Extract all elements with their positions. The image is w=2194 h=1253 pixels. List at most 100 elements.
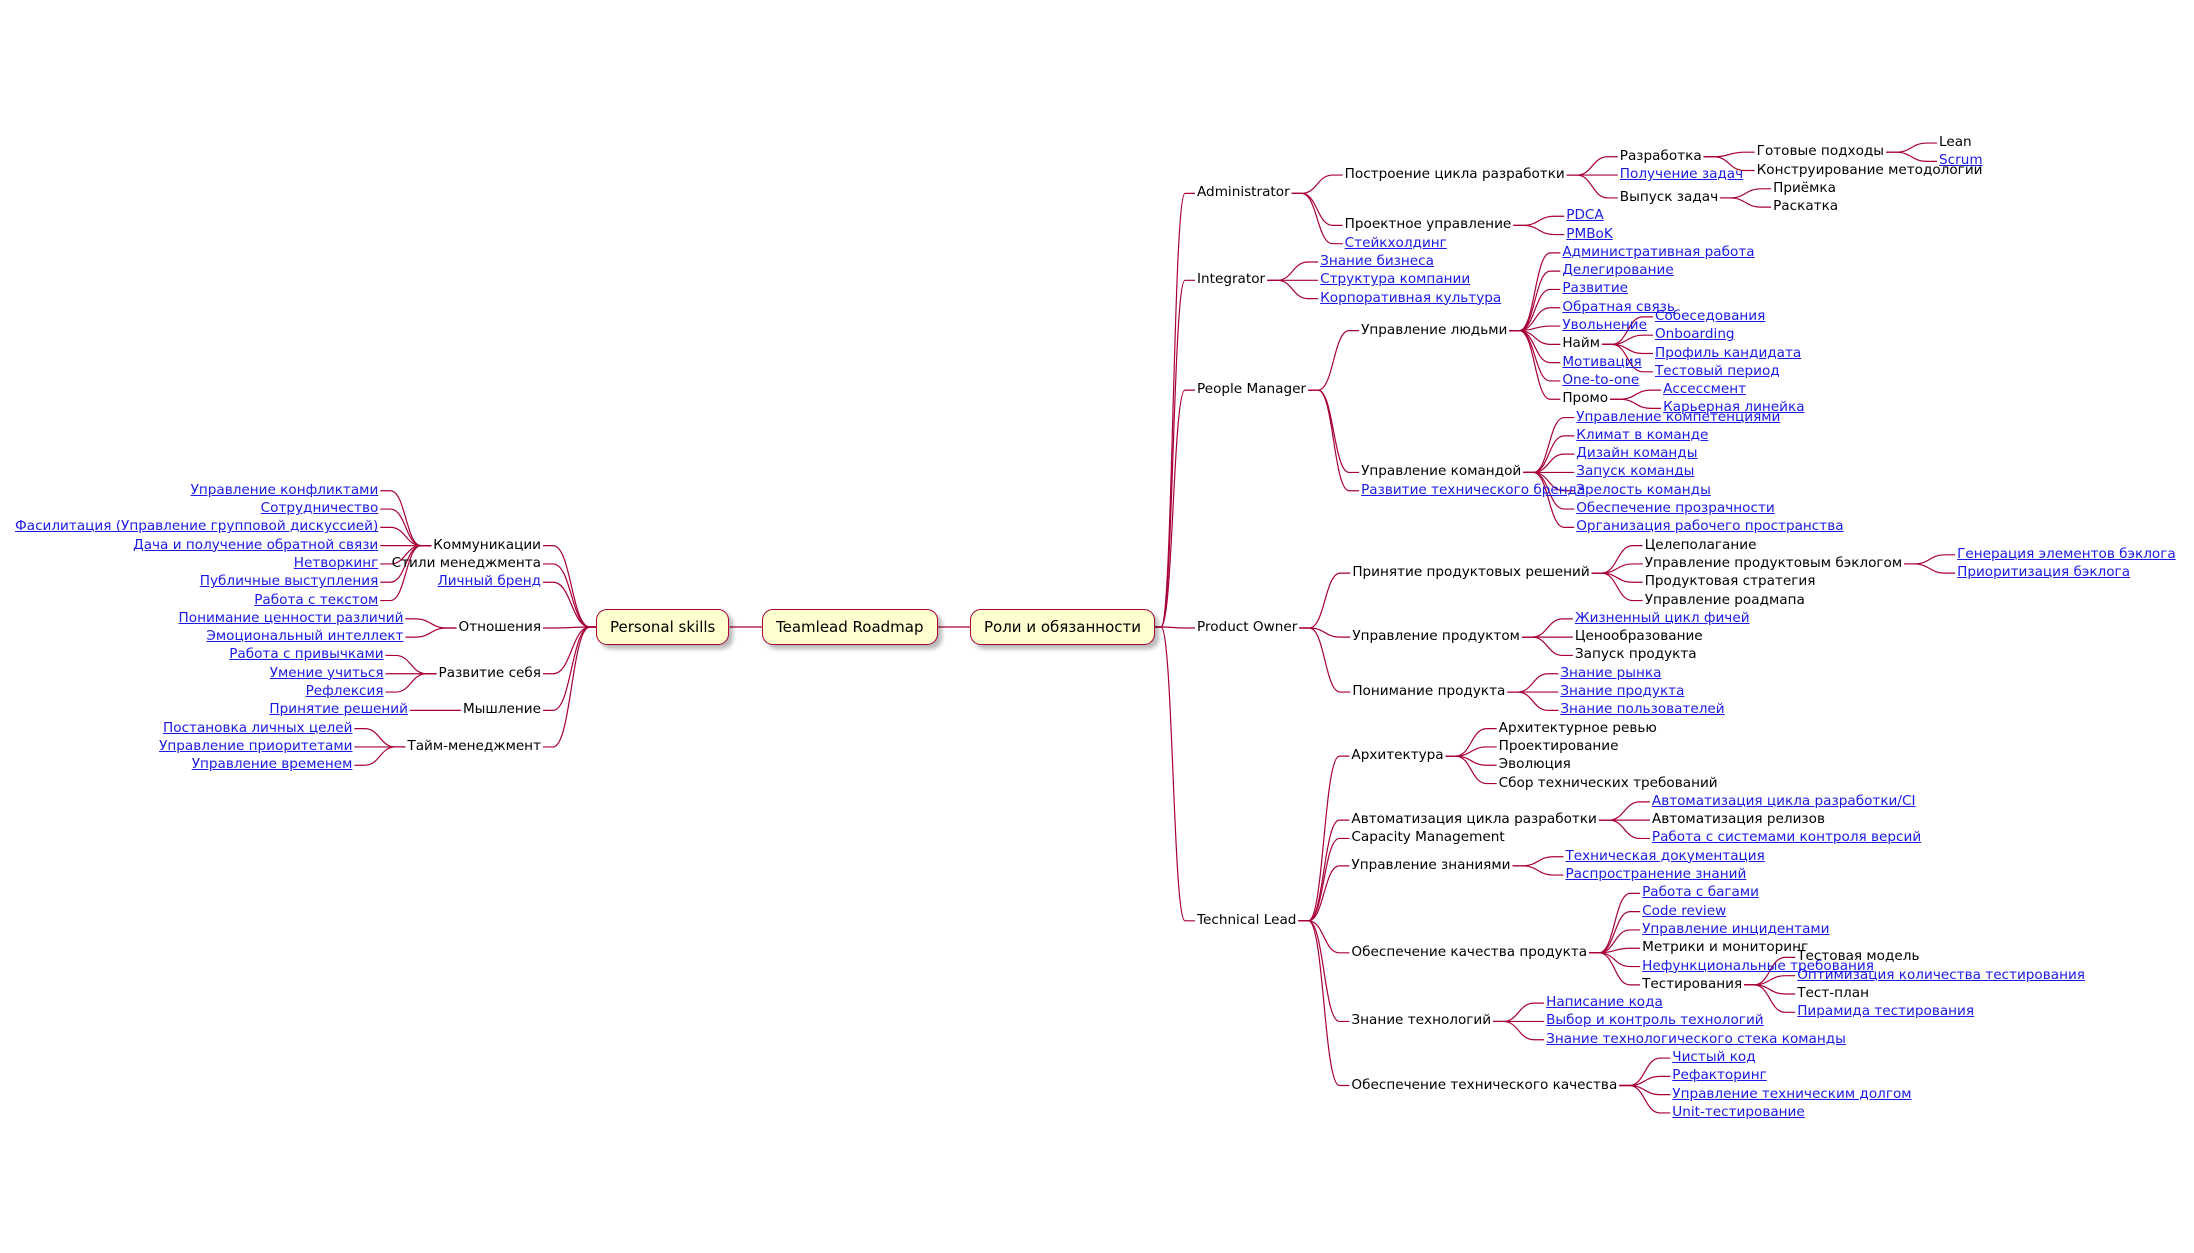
connector-целеполагание bbox=[1591, 545, 1643, 574]
link-увольнение[interactable]: Увольнение bbox=[1562, 316, 1647, 334]
connector-управление-продуктовым-бэклогом bbox=[1591, 563, 1643, 574]
link-публичные-выступления[interactable]: Публичные выступления bbox=[200, 572, 379, 590]
link-тестовый-период[interactable]: Тестовый период bbox=[1655, 362, 1780, 380]
topic-архитектура: Архитектура bbox=[1351, 747, 1444, 764]
link-организация-рабочего-пространства[interactable]: Организация рабочего пространства bbox=[1576, 517, 1843, 535]
topic-управление-продуктом: Управление продуктом bbox=[1352, 628, 1520, 645]
connector-мышление bbox=[543, 626, 596, 711]
link-выбор-и-контроль-технологий[interactable]: Выбор и контроль технологий bbox=[1546, 1011, 1764, 1029]
link-эмоциональный-интеллект[interactable]: Эмоциональный интеллект bbox=[206, 627, 403, 645]
link-запуск-команды[interactable]: Запуск команды bbox=[1576, 462, 1694, 480]
link-знание-продукта[interactable]: Знание продукта bbox=[1560, 682, 1684, 700]
connector-пирамида-тестирования bbox=[1744, 984, 1796, 1013]
topic-обеспечение-технического-качества: Обеспечение технического качества bbox=[1351, 1076, 1618, 1093]
link-административная-работа[interactable]: Административная работа bbox=[1562, 243, 1754, 261]
connector-technical-lead bbox=[1155, 626, 1195, 922]
link-постановка-личных-целей[interactable]: Постановка личных целей bbox=[163, 719, 352, 737]
link-жизненный-цикл-фичей[interactable]: Жизненный цикл фичей bbox=[1575, 609, 1750, 627]
connector-выпуск-задач bbox=[1566, 174, 1618, 199]
link-onboarding[interactable]: Onboarding bbox=[1655, 325, 1735, 343]
topic-тестирования: Тестирования bbox=[1642, 975, 1743, 992]
topic-мышление: Мышление bbox=[462, 701, 541, 718]
link-написание-кода[interactable]: Написание кода bbox=[1546, 993, 1663, 1011]
connector-знание-рынка bbox=[1507, 673, 1559, 693]
link-работа-с-привычками[interactable]: Работа с привычками bbox=[229, 645, 383, 663]
link-техническая-документация[interactable]: Техническая документация bbox=[1565, 847, 1764, 865]
link-умение-учиться[interactable]: Умение учиться bbox=[270, 664, 384, 682]
connector-метрики-и-мониторинг bbox=[1589, 947, 1641, 954]
link-управление-приоритетами[interactable]: Управление приоритетами bbox=[159, 737, 352, 755]
connector-эмоциональный-интеллект bbox=[405, 627, 457, 638]
link-понимание-ценности-различий[interactable]: Понимание ценности различий bbox=[179, 609, 404, 627]
connector-дизайн-команды bbox=[1523, 453, 1575, 474]
topic-сбор-технических-требований: Сбор технических требований bbox=[1498, 774, 1718, 791]
connector-фасилитация-управление-групповой-дискуссией bbox=[380, 526, 432, 547]
link-сотрудничество[interactable]: Сотрудничество bbox=[261, 499, 379, 517]
link-управление-компетенциями[interactable]: Управление компетенциями bbox=[1576, 408, 1780, 426]
link-принятие-решений[interactable]: Принятие решений bbox=[269, 700, 408, 718]
link-знание-рынка[interactable]: Знание рынка bbox=[1560, 664, 1661, 682]
link-ассессмент[interactable]: Ассессмент bbox=[1663, 380, 1746, 398]
link-получение-задач[interactable]: Получение задач bbox=[1620, 165, 1743, 183]
connector-увольнение bbox=[1509, 325, 1561, 332]
connector-техническая-документация bbox=[1512, 856, 1564, 867]
link-корпоративная-культура[interactable]: Корпоративная культура bbox=[1320, 289, 1501, 307]
topic-отношения: Отношения bbox=[458, 619, 541, 635]
link-мотивация[interactable]: Мотивация bbox=[1562, 353, 1641, 371]
link-фасилитация-управление-групповой-дискуссией[interactable]: Фасилитация (Управление групповой дискус… bbox=[15, 517, 378, 535]
link-работа-с-багами[interactable]: Работа с багами bbox=[1642, 883, 1759, 901]
link-профиль-кандидата[interactable]: Профиль кандидата bbox=[1655, 344, 1801, 362]
connector-управление-командой bbox=[1308, 389, 1360, 474]
connector-знание-технологий bbox=[1298, 920, 1350, 1023]
link-работа-с-системами-контроля-версий[interactable]: Работа с системами контроля версий bbox=[1652, 828, 1921, 846]
link-пирамида-тестирования[interactable]: Пирамида тестирования bbox=[1797, 1002, 1974, 1020]
link-развитие-технического-бренда[interactable]: Развитие технического бренда bbox=[1361, 481, 1585, 499]
link-личный-бренд[interactable]: Личный бренд bbox=[437, 572, 541, 590]
topic-промо: Промо bbox=[1562, 390, 1609, 407]
connector-промо bbox=[1509, 330, 1561, 400]
link-климат-в-команде[interactable]: Климат в команде bbox=[1576, 426, 1708, 444]
link-unit-тестирование[interactable]: Unit-тестирование bbox=[1672, 1103, 1804, 1121]
link-приоритизация-бэклога[interactable]: Приоритизация бэклога bbox=[1957, 563, 2130, 581]
link-управление-конфликтами[interactable]: Управление конфликтами bbox=[191, 481, 379, 499]
link-знание-бизнеса[interactable]: Знание бизнеса bbox=[1320, 252, 1434, 270]
link-управление-временем[interactable]: Управление временем bbox=[192, 755, 353, 773]
topic-administrator: Administrator bbox=[1197, 184, 1290, 201]
link-работа-с-текстом[interactable]: Работа с текстом bbox=[254, 591, 378, 609]
link-управление-инцидентами[interactable]: Управление инцидентами bbox=[1642, 920, 1829, 938]
link-зрелость-команды[interactable]: Зрелость команды bbox=[1576, 481, 1711, 499]
link-обеспечение-прозрачности[interactable]: Обеспечение прозрачности bbox=[1576, 499, 1774, 517]
link-развитие[interactable]: Развитие bbox=[1562, 279, 1628, 297]
connector-развитие-технического-бренда bbox=[1308, 389, 1360, 492]
link-рефлексия[interactable]: Рефлексия bbox=[306, 682, 384, 700]
link-чистый-код[interactable]: Чистый код bbox=[1672, 1048, 1755, 1066]
link-автоматизация-цикла-разработки-ci[interactable]: Автоматизация цикла разработки/CI bbox=[1652, 792, 1916, 810]
topic-тест-план: Тест-план bbox=[1797, 985, 1869, 1001]
connector-знание-пользователей bbox=[1507, 691, 1559, 711]
link-нетворкинг[interactable]: Нетворкинг bbox=[294, 554, 379, 572]
link-стейкхолдинг[interactable]: Стейкхолдинг bbox=[1345, 234, 1447, 252]
topic-продуктовая-стратегия: Продуктовая стратегия bbox=[1644, 573, 1816, 590]
link-code-review[interactable]: Code review bbox=[1642, 902, 1726, 920]
link-управление-техническим-долгом[interactable]: Управление техническим долгом bbox=[1672, 1085, 1911, 1103]
connector-сотрудничество bbox=[380, 508, 432, 547]
link-pdca[interactable]: PDCA bbox=[1566, 206, 1603, 224]
link-one-to-one[interactable]: One-to-one bbox=[1562, 371, 1639, 389]
link-рефакторинг[interactable]: Рефакторинг bbox=[1672, 1066, 1766, 1084]
link-знание-технологического-стека-команды[interactable]: Знание технологического стека команды bbox=[1546, 1030, 1846, 1048]
connector-работа-с-привычками bbox=[385, 654, 437, 675]
connector-управление-роадмапа bbox=[1591, 572, 1643, 602]
link-дизайн-команды[interactable]: Дизайн команды bbox=[1576, 444, 1697, 462]
connector-рефлексия bbox=[385, 673, 437, 693]
link-знание-пользователей[interactable]: Знание пользователей bbox=[1560, 700, 1724, 718]
link-собеседования[interactable]: Собеседования bbox=[1655, 307, 1765, 325]
link-делегирование[interactable]: Делегирование bbox=[1562, 261, 1673, 279]
link-структура-компании[interactable]: Структура компании bbox=[1320, 270, 1470, 288]
link-оптимизация-количества-тестирования[interactable]: Оптимизация количества тестирования bbox=[1797, 966, 2085, 984]
link-pmbok[interactable]: PMBoK bbox=[1566, 225, 1612, 243]
link-распространение-знаний[interactable]: Распространение знаний bbox=[1565, 865, 1746, 883]
topic-коммуникации: Коммуникации bbox=[433, 536, 541, 553]
link-генерация-элементов-бэклога[interactable]: Генерация элементов бэклога bbox=[1957, 545, 2176, 563]
topic-конструирование-методологии: Конструирование методологии bbox=[1756, 161, 1983, 178]
link-дача-и-получение-обратной-связи[interactable]: Дача и получение обратной связи bbox=[133, 536, 378, 554]
